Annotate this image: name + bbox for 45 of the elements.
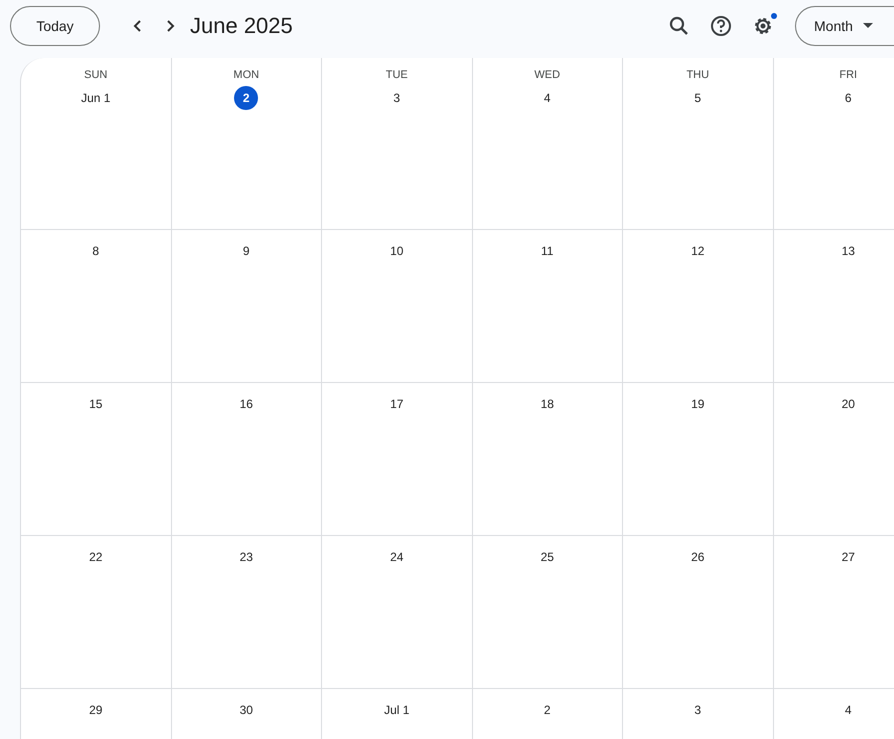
date-label[interactable]: 12: [686, 239, 710, 263]
search-icon: [669, 16, 689, 36]
date-label[interactable]: 27: [836, 545, 860, 569]
date-label[interactable]: 13: [836, 239, 860, 263]
date-label[interactable]: Jul 1: [384, 698, 410, 722]
today-button[interactable]: Today: [10, 6, 100, 46]
date-label[interactable]: 18: [535, 392, 560, 416]
view-dropdown[interactable]: Month: [795, 6, 894, 46]
caret-icon: [862, 23, 873, 29]
date-label[interactable]: 15: [84, 392, 108, 416]
date-label[interactable]: 30: [234, 698, 258, 722]
date-label[interactable]: 3: [384, 86, 409, 110]
chevron-left-icon: [133, 19, 143, 33]
weekday-label: FRI: [839, 69, 858, 81]
settings-icon: [752, 15, 774, 37]
date-label[interactable]: 2: [535, 698, 560, 722]
date-label[interactable]: 9: [234, 239, 258, 263]
chevron-right-icon: [165, 19, 175, 33]
date-label[interactable]: 5: [686, 86, 710, 110]
weekday-label: MON: [233, 69, 260, 81]
date-label[interactable]: 10: [384, 239, 409, 263]
help-icon: [710, 15, 732, 37]
date-label[interactable]: 26: [686, 545, 710, 569]
weekday-label: THU: [686, 69, 710, 81]
date-label[interactable]: 19: [686, 392, 710, 416]
date-label[interactable]: 20: [836, 392, 860, 416]
date-label[interactable]: 17: [384, 392, 409, 416]
date-label[interactable]: Jun 1: [81, 86, 110, 110]
date-label[interactable]: 3: [686, 698, 710, 722]
month-title: June 2025: [190, 13, 293, 39]
date-label[interactable]: 8: [84, 239, 108, 263]
date-label[interactable]: 11: [535, 239, 560, 263]
date-label[interactable]: 23: [234, 545, 258, 569]
weekday-label: SUN: [84, 69, 108, 81]
weekday-label: TUE: [386, 69, 408, 81]
date-label[interactable]: 4: [836, 698, 860, 722]
date-label[interactable]: 6: [836, 86, 860, 110]
date-label[interactable]: 4: [535, 86, 560, 110]
date-label[interactable]: 25: [535, 545, 560, 569]
date-label[interactable]: 29: [84, 698, 108, 722]
date-label[interactable]: 2: [234, 86, 258, 110]
date-label[interactable]: 22: [84, 545, 108, 569]
weekday-label: WED: [534, 69, 560, 81]
date-label[interactable]: 24: [384, 545, 409, 569]
date-label[interactable]: 16: [234, 392, 258, 416]
